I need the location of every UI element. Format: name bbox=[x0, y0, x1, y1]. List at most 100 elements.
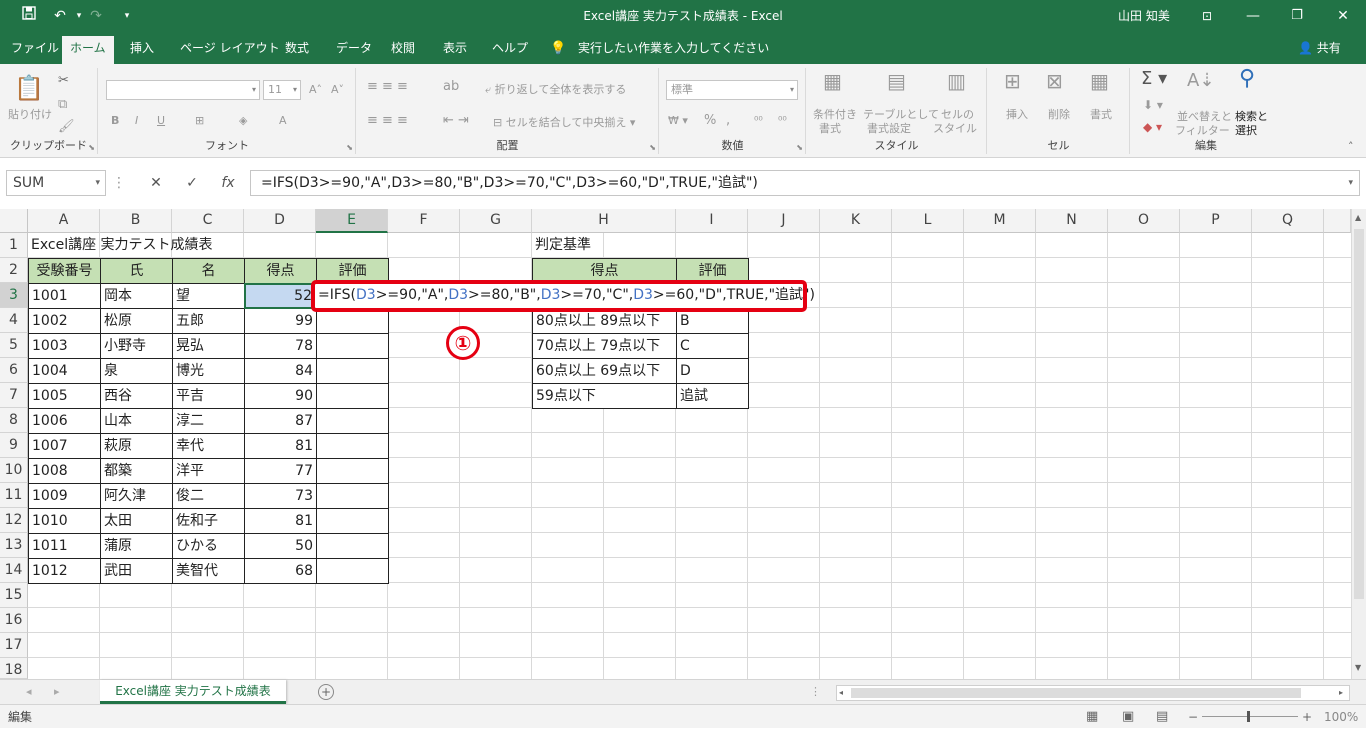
tab-home[interactable]: ホーム bbox=[62, 36, 114, 64]
cell-id[interactable]: 1004 bbox=[28, 358, 101, 384]
cell-score[interactable]: 73 bbox=[244, 483, 317, 509]
underline-button[interactable]: U bbox=[157, 114, 165, 128]
sheet-prev-icon[interactable]: ◂ bbox=[26, 680, 32, 704]
row-header-12[interactable]: 12 bbox=[0, 508, 28, 533]
cell-first-name[interactable]: 淳二 bbox=[172, 408, 245, 434]
cell-first-name[interactable]: 幸代 bbox=[172, 433, 245, 459]
page-break-view-icon[interactable]: ▤ bbox=[1156, 705, 1168, 729]
currency-icon[interactable]: ₩ ▾ bbox=[668, 114, 688, 128]
cell-grade[interactable] bbox=[316, 533, 389, 559]
delete-cells-icon[interactable]: ⊠ bbox=[1046, 71, 1063, 91]
column-header-g[interactable]: G bbox=[460, 209, 532, 233]
column-header-c[interactable]: C bbox=[172, 209, 244, 233]
clear-icon[interactable]: ◆ ▾ bbox=[1143, 120, 1162, 134]
cell-first-name[interactable]: 洋平 bbox=[172, 458, 245, 484]
horizontal-scroll-thumb[interactable] bbox=[851, 688, 1301, 698]
cell-grade[interactable] bbox=[316, 558, 389, 584]
user-name[interactable]: 山田 知美 bbox=[1118, 0, 1170, 32]
cell-first-name[interactable]: 平吉 bbox=[172, 383, 245, 409]
sort-filter-label2[interactable]: フィルター bbox=[1175, 124, 1230, 138]
cell-grade[interactable] bbox=[316, 458, 389, 484]
enter-icon[interactable]: ✓ bbox=[178, 170, 206, 196]
add-sheet-icon[interactable]: + bbox=[318, 684, 334, 700]
column-header-d[interactable]: D bbox=[244, 209, 316, 233]
cell-score[interactable]: 78 bbox=[244, 333, 317, 359]
tab-split-grip-icon[interactable]: ⋮ bbox=[810, 680, 821, 704]
collapse-ribbon-icon[interactable]: ˄ bbox=[1348, 140, 1354, 154]
bold-button[interactable]: B bbox=[111, 114, 119, 128]
cell-first-name[interactable]: 俊二 bbox=[172, 483, 245, 509]
column-header-l[interactable]: L bbox=[892, 209, 964, 233]
formula-input[interactable]: =IFS(D3>=90,"A",D3>=80,"B",D3>=70,"C",D3… bbox=[250, 170, 1360, 196]
header-id[interactable]: 受験番号 bbox=[28, 258, 101, 284]
cell-score[interactable]: 81 bbox=[244, 508, 317, 534]
cell-styles-icon[interactable]: ▥ bbox=[947, 71, 966, 91]
cell-last-name[interactable]: 蒲原 bbox=[100, 533, 173, 559]
cell-last-name[interactable]: 山本 bbox=[100, 408, 173, 434]
cell-id[interactable]: 1005 bbox=[28, 383, 101, 409]
cancel-icon[interactable]: ✕ bbox=[142, 170, 170, 196]
column-header-e[interactable]: E bbox=[316, 209, 388, 233]
tab-review[interactable]: 校閲 bbox=[383, 36, 423, 64]
find-select-label2[interactable]: 選択 bbox=[1235, 124, 1257, 138]
cell-grade[interactable] bbox=[316, 433, 389, 459]
header-last-name[interactable]: 氏 bbox=[100, 258, 173, 284]
cell-id[interactable]: 1008 bbox=[28, 458, 101, 484]
format-as-table-icon[interactable]: ▤ bbox=[887, 71, 906, 91]
criteria-grade[interactable]: D bbox=[676, 358, 749, 384]
criteria-range[interactable]: 70点以上 79点以下 bbox=[532, 333, 677, 359]
fill-color-icon[interactable]: ◈ bbox=[239, 114, 247, 128]
column-header-h[interactable]: H bbox=[532, 209, 676, 233]
row-header-8[interactable]: 8 bbox=[0, 408, 28, 433]
borders-icon[interactable]: ⊞ bbox=[195, 114, 204, 128]
cell-last-name[interactable]: 阿久津 bbox=[100, 483, 173, 509]
sheet-title[interactable]: Excel講座 実力テスト成績表 bbox=[28, 233, 288, 258]
comma-icon[interactable]: , bbox=[726, 114, 730, 128]
scroll-down-icon[interactable]: ▼ bbox=[1355, 661, 1361, 675]
header-first-name[interactable]: 名 bbox=[172, 258, 245, 284]
find-select-icon[interactable]: ⚲ bbox=[1239, 68, 1255, 90]
criteria-grade[interactable]: 追試 bbox=[676, 383, 749, 409]
cell-first-name[interactable]: 五郎 bbox=[172, 308, 245, 334]
column-header-k[interactable]: K bbox=[820, 209, 892, 233]
insert-function-icon[interactable]: fx bbox=[214, 170, 242, 196]
cell-first-name[interactable]: 晃弘 bbox=[172, 333, 245, 359]
dialog-launcher-icon[interactable]: ⬊ bbox=[796, 143, 803, 152]
cell-id[interactable]: 1011 bbox=[28, 533, 101, 559]
row-header-18[interactable]: 18 bbox=[0, 658, 28, 679]
paste-label[interactable]: 貼り付け bbox=[8, 108, 52, 122]
cell-last-name[interactable]: 西谷 bbox=[100, 383, 173, 409]
cut-icon[interactable]: ✂ bbox=[58, 74, 69, 88]
tab-formulas[interactable]: 数式 bbox=[277, 36, 317, 64]
zoom-level[interactable]: 100% bbox=[1324, 705, 1358, 729]
tab-data[interactable]: データ bbox=[328, 36, 380, 64]
cell-styles-label[interactable]: セルの bbox=[941, 108, 974, 122]
dialog-launcher-icon[interactable]: ⬊ bbox=[649, 143, 656, 152]
format-as-table-label2[interactable]: 書式設定 bbox=[867, 122, 911, 136]
vertical-scroll-thumb[interactable] bbox=[1354, 229, 1364, 599]
insert-cells-label[interactable]: 挿入 bbox=[1006, 108, 1028, 122]
criteria-title[interactable]: 判定基準 bbox=[532, 233, 676, 258]
tell-me-search[interactable]: 💡 実行したい作業を入力してください bbox=[550, 36, 769, 60]
copy-icon[interactable]: ⧉ bbox=[58, 98, 67, 112]
delete-cells-label[interactable]: 削除 bbox=[1048, 108, 1070, 122]
close-button[interactable]: ✕ bbox=[1320, 0, 1366, 32]
column-header-b[interactable]: B bbox=[100, 209, 172, 233]
cell-first-name[interactable]: 望 bbox=[172, 283, 245, 309]
cell-first-name[interactable]: 博光 bbox=[172, 358, 245, 384]
cell-grade[interactable] bbox=[316, 408, 389, 434]
cell-id[interactable]: 1002 bbox=[28, 308, 101, 334]
criteria-grade[interactable]: C bbox=[676, 333, 749, 359]
dialog-launcher-icon[interactable]: ⬊ bbox=[88, 143, 95, 152]
percent-icon[interactable]: % bbox=[704, 114, 716, 128]
cell-score[interactable]: 99 bbox=[244, 308, 317, 334]
cell-score[interactable]: 77 bbox=[244, 458, 317, 484]
vertical-scrollbar[interactable]: ▲ ▼ bbox=[1351, 209, 1366, 679]
horizontal-scrollbar[interactable]: ◂ ▸ bbox=[836, 685, 1350, 701]
cell-grade[interactable] bbox=[316, 383, 389, 409]
row-header-4[interactable]: 4 bbox=[0, 308, 28, 333]
format-cells-icon[interactable]: ▦ bbox=[1090, 71, 1109, 91]
row-header-17[interactable]: 17 bbox=[0, 633, 28, 658]
cell-id[interactable]: 1003 bbox=[28, 333, 101, 359]
sheet-tab-active[interactable]: Excel講座 実力テスト成績表 bbox=[100, 680, 286, 704]
